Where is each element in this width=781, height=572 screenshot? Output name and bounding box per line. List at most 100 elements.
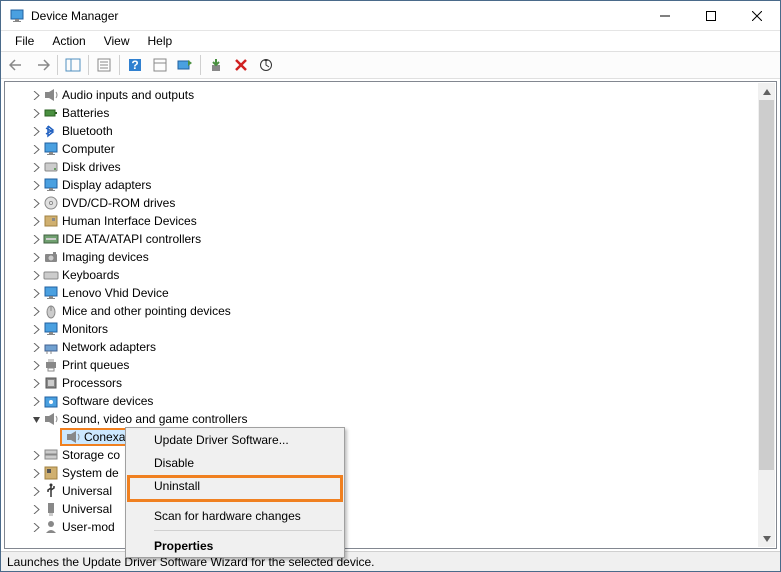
expander-icon[interactable] [30, 179, 42, 191]
tree-category[interactable]: System de [5, 464, 776, 482]
expander-icon[interactable] [30, 233, 42, 245]
device-icon [65, 429, 81, 445]
tree-category[interactable]: Keyboards [5, 266, 776, 284]
expander-icon[interactable] [30, 215, 42, 227]
tree-category[interactable]: Human Interface Devices [5, 212, 776, 230]
menu-action[interactable]: Action [44, 32, 93, 50]
svg-text:?: ? [131, 58, 138, 72]
tree-category[interactable]: Computer [5, 140, 776, 158]
list-button[interactable] [148, 54, 172, 76]
expander-icon[interactable] [30, 89, 42, 101]
tree-category[interactable]: Universal [5, 500, 776, 518]
tree-category[interactable]: Lenovo Vhid Device [5, 284, 776, 302]
vertical-scrollbar[interactable] [758, 83, 775, 547]
expander-icon[interactable] [30, 467, 42, 479]
window-title: Device Manager [31, 9, 642, 23]
ctx-disable[interactable]: Disable [126, 451, 344, 474]
scroll-thumb[interactable] [759, 100, 774, 470]
install-button[interactable] [204, 54, 228, 76]
device-icon [43, 159, 59, 175]
tree-category[interactable]: Processors [5, 374, 776, 392]
expander-icon[interactable] [30, 251, 42, 263]
expander-icon[interactable] [30, 143, 42, 155]
uninstall-button[interactable] [229, 54, 253, 76]
forward-button[interactable] [30, 54, 54, 76]
category-label: Display adapters [62, 178, 151, 192]
tree-category[interactable]: Software devices [5, 392, 776, 410]
tree-category[interactable]: Disk drives [5, 158, 776, 176]
expander-icon[interactable] [30, 521, 42, 533]
tree-category[interactable]: IDE ATA/ATAPI controllers [5, 230, 776, 248]
app-icon [9, 8, 25, 24]
title-bar: Device Manager [1, 1, 780, 31]
tree-category-expanded[interactable]: Sound, video and game controllers [5, 410, 776, 428]
expander-icon[interactable] [30, 323, 42, 335]
scan-button[interactable] [254, 54, 278, 76]
category-label: Mice and other pointing devices [62, 304, 231, 318]
expander-icon[interactable] [30, 503, 42, 515]
expander-icon[interactable] [30, 125, 42, 137]
tree-category[interactable]: Bluetooth [5, 122, 776, 140]
device-icon [43, 393, 59, 409]
category-label: Monitors [62, 322, 108, 336]
category-label: Processors [62, 376, 122, 390]
expander-icon[interactable] [30, 287, 42, 299]
tree-category[interactable]: Monitors [5, 320, 776, 338]
category-label: Universal [62, 484, 112, 498]
device-icon [43, 519, 59, 535]
tree-category[interactable]: Network adapters [5, 338, 776, 356]
tree-category[interactable]: Print queues [5, 356, 776, 374]
expander-icon[interactable] [30, 485, 42, 497]
menu-view[interactable]: View [96, 32, 138, 50]
scroll-up-button[interactable] [758, 83, 775, 100]
context-menu: Update Driver Software... Disable Uninst… [125, 427, 345, 558]
tree-category[interactable]: User-mod [5, 518, 776, 536]
tree-category[interactable]: Imaging devices [5, 248, 776, 266]
expander-icon[interactable] [30, 359, 42, 371]
category-label: Universal [62, 502, 112, 516]
close-button[interactable] [734, 1, 780, 30]
expander-icon[interactable] [30, 107, 42, 119]
tree-category[interactable]: Mice and other pointing devices [5, 302, 776, 320]
update-driver-button[interactable] [173, 54, 197, 76]
device-icon [43, 195, 59, 211]
category-label: Lenovo Vhid Device [62, 286, 169, 300]
menu-file[interactable]: File [7, 32, 42, 50]
ctx-properties[interactable]: Properties [126, 534, 344, 557]
device-icon [43, 177, 59, 193]
show-hide-button[interactable] [61, 54, 85, 76]
menu-help[interactable]: Help [140, 32, 181, 50]
device-icon [43, 267, 59, 283]
maximize-button[interactable] [688, 1, 734, 30]
tree-category[interactable]: DVD/CD-ROM drives [5, 194, 776, 212]
ctx-uninstall[interactable]: Uninstall [126, 474, 344, 497]
expander-icon[interactable] [30, 305, 42, 317]
status-bar: Launches the Update Driver Software Wiza… [1, 551, 780, 571]
scroll-down-button[interactable] [758, 530, 775, 547]
expander-down-icon[interactable] [30, 413, 42, 425]
ctx-scan[interactable]: Scan for hardware changes [126, 504, 344, 527]
expander-icon[interactable] [30, 395, 42, 407]
tree-category[interactable]: Display adapters [5, 176, 776, 194]
properties-button[interactable] [92, 54, 116, 76]
expander-icon[interactable] [30, 161, 42, 173]
category-label: Keyboards [62, 268, 119, 282]
expander-icon[interactable] [30, 197, 42, 209]
category-label: Storage co [62, 448, 120, 462]
back-button[interactable] [5, 54, 29, 76]
tree-category[interactable]: Universal [5, 482, 776, 500]
expander-icon[interactable] [30, 341, 42, 353]
tree-category[interactable]: Batteries [5, 104, 776, 122]
expander-icon[interactable] [30, 377, 42, 389]
ctx-update-driver[interactable]: Update Driver Software... [126, 428, 344, 451]
device-icon [43, 303, 59, 319]
help-button[interactable]: ? [123, 54, 147, 76]
tree-device-selected[interactable]: Conexant SmartAudio HD [5, 428, 776, 446]
expander-icon[interactable] [30, 449, 42, 461]
category-label: System de [62, 466, 119, 480]
device-tree[interactable]: Audio inputs and outputs Batteries Bluet… [5, 82, 776, 540]
expander-icon[interactable] [30, 269, 42, 281]
tree-category[interactable]: Audio inputs and outputs [5, 86, 776, 104]
tree-category[interactable]: Storage co [5, 446, 776, 464]
minimize-button[interactable] [642, 1, 688, 30]
